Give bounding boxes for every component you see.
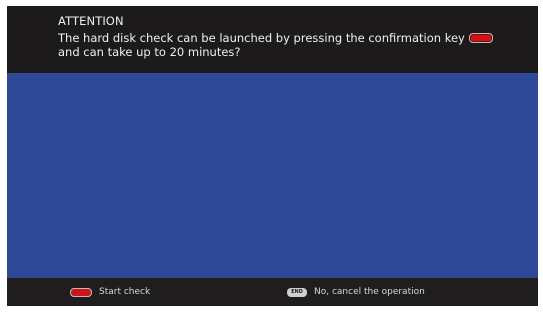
start-check-button[interactable]: Start check [70,278,150,306]
dialog-message: The hard disk check can be launched by p… [58,31,528,59]
footer-bar: Start check END No, cancel the operation [7,278,538,306]
dialog-header: ATTENTION The hard disk check can be lau… [7,6,538,73]
message-line-1: The hard disk check can be launched by p… [58,31,528,45]
message-line-2: and can take up to 20 minutes? [58,45,241,59]
red-key-icon [468,32,493,43]
message-line-1-text: The hard disk check can be launched by p… [58,31,465,45]
dialog-title: ATTENTION [58,14,124,28]
red-key-icon [70,287,92,297]
cancel-operation-button[interactable]: END No, cancel the operation [287,278,425,306]
cancel-operation-label: No, cancel the operation [314,287,425,297]
content-area [7,73,538,278]
hdd-check-dialog: ATTENTION The hard disk check can be lau… [7,6,538,306]
start-check-label: Start check [99,287,151,297]
end-key-icon: END [287,287,307,297]
